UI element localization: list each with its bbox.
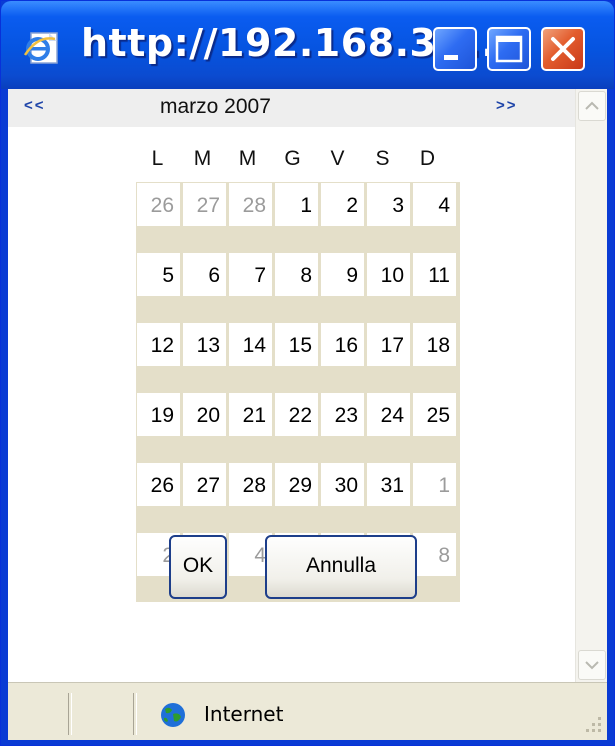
cancel-button[interactable]: Annulla <box>265 535 417 599</box>
calendar-day-cell[interactable]: 19 <box>137 393 180 436</box>
maximize-button[interactable] <box>487 27 531 71</box>
calendar-day-cell[interactable]: 27 <box>183 183 226 226</box>
calendar-day-cell[interactable]: 15 <box>275 323 318 366</box>
weekday-label: M <box>238 147 257 170</box>
calendar-day-cell[interactable]: 22 <box>275 393 318 436</box>
weekday-label: G <box>284 147 301 170</box>
minimize-icon <box>444 55 458 60</box>
weekday-label: S <box>375 147 390 170</box>
calendar-day-cell[interactable]: 21 <box>229 393 272 436</box>
calendar-day-cell[interactable]: 24 <box>367 393 410 436</box>
prev-month-link[interactable]: << <box>24 97 46 114</box>
close-button[interactable] <box>541 27 585 71</box>
calendar-day-cell[interactable]: 6 <box>183 253 226 296</box>
minimize-button[interactable] <box>433 27 477 71</box>
calendar-day-cell[interactable]: 4 <box>413 183 456 226</box>
calendar-header: << marzo 2007 >> <box>8 89 575 127</box>
calendar-day-cell[interactable]: 1 <box>413 463 456 506</box>
maximize-icon <box>495 35 523 63</box>
calendar-day-cell[interactable]: 26 <box>137 463 180 506</box>
calendar-day-cell[interactable]: 31 <box>367 463 410 506</box>
calendar-day-cell[interactable]: 17 <box>367 323 410 366</box>
calendar-day-cell[interactable]: 16 <box>321 323 364 366</box>
status-bar: Internet <box>8 682 607 740</box>
calendar-day-cell[interactable]: 11 <box>413 253 456 296</box>
calendar-day-cell[interactable]: 20 <box>183 393 226 436</box>
title-bar[interactable]: http://192.168.3.... <box>1 1 614 89</box>
scroll-up-button[interactable] <box>578 91 606 121</box>
calendar-day-cell[interactable]: 13 <box>183 323 226 366</box>
calendar-day-cell[interactable]: 23 <box>321 393 364 436</box>
close-icon <box>551 37 575 61</box>
month-title: marzo 2007 <box>160 95 271 118</box>
zone-label: Internet <box>204 702 284 726</box>
chevron-down-icon <box>585 661 599 670</box>
calendar-day-cell[interactable]: 30 <box>321 463 364 506</box>
vertical-scrollbar[interactable] <box>575 89 607 682</box>
calendar-day-cell[interactable]: 7 <box>229 253 272 296</box>
calendar-day-cell[interactable]: 1 <box>275 183 318 226</box>
calendar-day-cell[interactable]: 28 <box>229 183 272 226</box>
calendar-day-cell[interactable]: 2 <box>321 183 364 226</box>
calendar-day-cell[interactable]: 10 <box>367 253 410 296</box>
calendar-day-cell[interactable]: 8 <box>275 253 318 296</box>
calendar-day-cell[interactable]: 27 <box>183 463 226 506</box>
resize-grip-icon[interactable] <box>578 711 604 737</box>
calendar-day-cell[interactable]: 26 <box>137 183 180 226</box>
calendar-day-cell[interactable]: 14 <box>229 323 272 366</box>
status-divider <box>133 693 137 735</box>
calendar-day-cell[interactable]: 28 <box>229 463 272 506</box>
status-divider <box>68 693 72 735</box>
browser-popup-window: http://192.168.3.... << marzo 2007 >> L M… <box>0 0 615 746</box>
calendar-day-cell[interactable]: 8 <box>413 533 456 576</box>
weekday-label: M <box>193 147 212 170</box>
globe-icon <box>161 703 185 727</box>
calendar-day-cell[interactable]: 12 <box>137 323 180 366</box>
scroll-down-button[interactable] <box>578 650 606 680</box>
chevron-up-icon <box>585 101 599 110</box>
ok-button[interactable]: OK <box>169 535 227 599</box>
calendar-day-cell[interactable]: 3 <box>367 183 410 226</box>
next-month-link[interactable]: >> <box>496 97 518 114</box>
weekday-label: D <box>419 147 436 170</box>
calendar-day-cell[interactable]: 25 <box>413 393 456 436</box>
page-content: << marzo 2007 >> LMMGVSD 26 27 28 1 2 3 4 5 6 7 8 9… <box>8 89 607 682</box>
weekday-label: L <box>151 147 164 170</box>
ie-page-icon <box>23 32 58 64</box>
calendar-day-cell[interactable]: 29 <box>275 463 318 506</box>
weekday-label: V <box>330 147 345 170</box>
calendar-day-cell[interactable]: 9 <box>321 253 364 296</box>
calendar-day-cell[interactable]: 18 <box>413 323 456 366</box>
calendar-day-cell[interactable]: 5 <box>137 253 180 296</box>
